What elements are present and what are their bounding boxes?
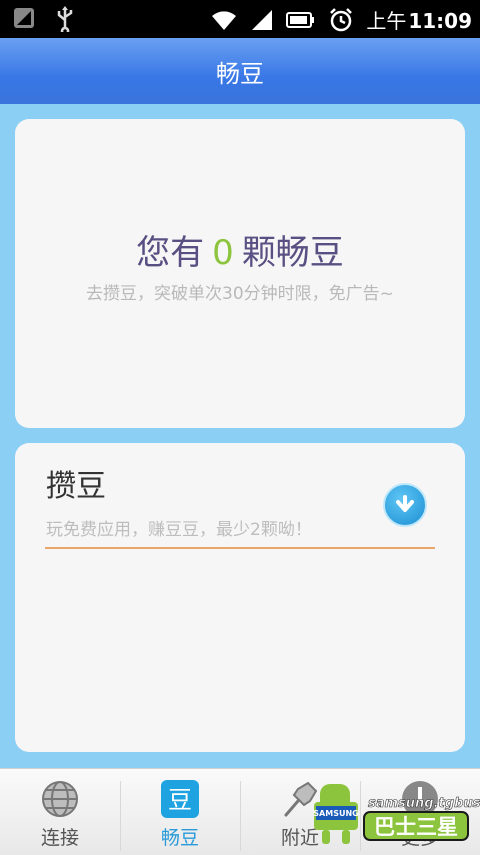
battery-icon: [286, 11, 315, 28]
bean-icon: 豆: [161, 780, 199, 818]
beans-prefix: 您有: [136, 233, 205, 273]
svg-text:SAMSUNG: SAMSUNG: [313, 809, 358, 818]
globe-icon: [42, 781, 78, 817]
cell-signal-icon: [252, 9, 273, 30]
usb-icon: [57, 6, 73, 32]
beans-suffix: 颗畅豆: [241, 233, 344, 273]
svg-text:巴士三星: 巴士三星: [374, 815, 458, 839]
title-bar: 畅豆: [0, 38, 480, 104]
clock: 上午 11:09: [366, 9, 472, 33]
earn-beans-title: 攒豆: [46, 469, 106, 504]
wifi-icon: [212, 10, 237, 30]
beans-count-line: 您有 0 颗畅豆: [15, 225, 465, 274]
tab-beans[interactable]: 豆 畅豆: [120, 769, 240, 855]
download-button[interactable]: [383, 483, 427, 527]
tab-label: 连接: [40, 827, 79, 849]
alarm-icon: [330, 7, 353, 31]
status-bar: 上午 11:09: [0, 0, 480, 38]
tab-connect[interactable]: 连接: [0, 769, 120, 855]
signal-status-icon: [14, 8, 34, 28]
divider-line: [45, 547, 435, 549]
watermark-logo: SAMSUNG samsung.tgbus.com 巴士三星: [313, 784, 480, 844]
beans-subtitle: 去攒豆，突破单次30分钟时限，免广告~: [86, 284, 394, 304]
svg-text:豆: 豆: [168, 786, 192, 814]
svg-text:samsung.tgbus.com: samsung.tgbus.com: [368, 796, 480, 811]
earn-beans-subtitle: 玩免费应用，赚豆豆，最少2颗呦！: [46, 520, 312, 540]
tab-label: 畅豆: [160, 827, 199, 849]
page-title: 畅豆: [216, 59, 264, 88]
beans-count: 0: [212, 233, 234, 273]
download-icon: [396, 495, 414, 512]
beans-card: 您有 0 颗畅豆 去攒豆，突破单次30分钟时限，免广告~: [15, 119, 465, 428]
earn-beans-card: 攒豆 玩免费应用，赚豆豆，最少2颗呦！: [15, 443, 465, 752]
